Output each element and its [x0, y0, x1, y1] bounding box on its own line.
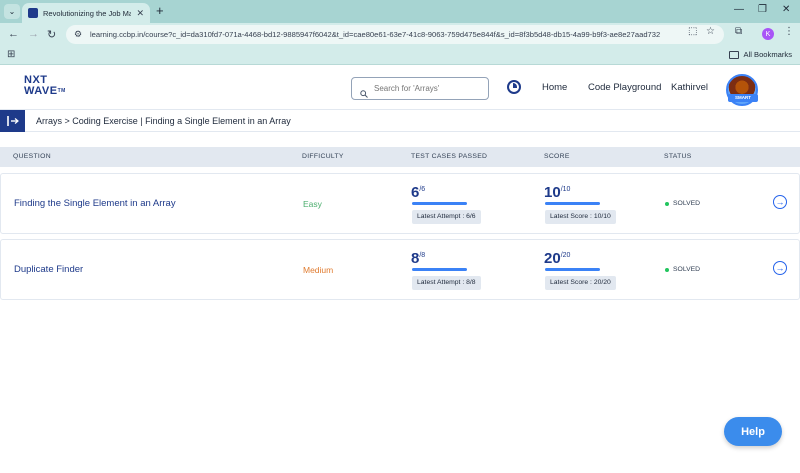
url-text: learning.ccbp.in/course?c_id=da310fd7-07…: [90, 30, 661, 39]
nxtwave-logo[interactable]: NXT WAVETM: [24, 75, 68, 97]
folder-icon: [729, 50, 740, 59]
status-dot-icon: [665, 267, 669, 272]
all-bookmarks-label: All Bookmarks: [743, 50, 792, 59]
table-header: QUESTION DIFFICULTY TEST CASES PASSED SC…: [0, 147, 800, 167]
header-score: SCORE: [544, 153, 570, 160]
table-row[interactable]: Duplicate Finder Medium 8/8 Latest Attem…: [0, 239, 800, 300]
profile-avatar[interactable]: K: [762, 28, 774, 40]
site-favicon-icon: [28, 8, 38, 18]
url-omnibox[interactable]: ⚙ learning.ccbp.in/course?c_id=da310fd7-…: [66, 25, 724, 44]
apps-grid-icon[interactable]: ⊞: [7, 49, 15, 60]
menu-kebab-icon[interactable]: ⋮: [784, 26, 794, 37]
close-icon[interactable]: ✕: [136, 8, 144, 19]
tests-passed-value: 8/8: [411, 250, 426, 267]
difficulty-label: Easy: [303, 199, 322, 209]
browser-tab-bar: ⌄ Revolutionizing the Job Market | ✕ + —…: [0, 0, 800, 23]
logo-line2: WAVE: [24, 85, 58, 97]
status-badge: SOLVED: [665, 200, 700, 207]
status-dot-icon: [665, 201, 669, 206]
score-value: 20/20: [544, 250, 571, 267]
window-close-icon[interactable]: ✕: [782, 4, 790, 15]
new-tab-button[interactable]: +: [156, 3, 164, 18]
score-progress-bar: [545, 202, 600, 205]
nav-code-playground[interactable]: Code Playground: [588, 82, 661, 93]
minimize-icon[interactable]: —: [734, 4, 744, 15]
breadcrumb: Arrays > Coding Exercise | Finding a Sin…: [36, 116, 291, 126]
search-icon: [360, 85, 368, 98]
breadcrumb-bar: Arrays > Coding Exercise | Finding a Sin…: [0, 110, 800, 132]
restore-icon[interactable]: ❐: [758, 4, 767, 15]
header-test-cases: TEST CASES PASSED: [411, 153, 488, 160]
latest-attempt-chip: Latest Attempt : 8/8: [412, 276, 481, 290]
back-icon[interactable]: ←: [8, 28, 19, 40]
score-value: 10/10: [544, 184, 571, 201]
tests-progress-bar: [412, 202, 467, 205]
avatar-badge: SMART: [728, 94, 758, 102]
timer-icon[interactable]: [507, 80, 521, 94]
latest-attempt-chip: Latest Attempt : 6/6: [412, 210, 481, 224]
sidebar-toggle-icon: [6, 116, 19, 126]
open-arrow-icon[interactable]: →: [773, 195, 787, 209]
nav-home[interactable]: Home: [542, 82, 567, 93]
bookmarks-bar: ⊞ All Bookmarks: [0, 46, 800, 65]
address-bar-row: ← → ↻ ⚙ learning.ccbp.in/course?c_id=da3…: [0, 23, 800, 46]
status-badge: SOLVED: [665, 266, 700, 273]
search-input[interactable]: [374, 84, 484, 93]
question-title[interactable]: Finding the Single Element in an Array: [14, 198, 176, 209]
nav-user-name[interactable]: Kathirvel: [671, 82, 708, 93]
tab-title: Revolutionizing the Job Market |: [43, 8, 132, 18]
header-difficulty: DIFFICULTY: [302, 153, 344, 160]
score-progress-bar: [545, 268, 600, 271]
app-header: NXT WAVETM Home Code Playground Kathirve…: [0, 66, 800, 110]
search-box[interactable]: [351, 77, 489, 100]
header-status: STATUS: [664, 153, 692, 160]
install-app-icon[interactable]: ⬚: [688, 26, 697, 37]
header-question: QUESTION: [13, 153, 51, 160]
tests-progress-bar: [412, 268, 467, 271]
tests-passed-value: 6/6: [411, 184, 426, 201]
open-arrow-icon[interactable]: →: [773, 261, 787, 275]
latest-score-chip: Latest Score : 20/20: [545, 276, 616, 290]
reload-icon[interactable]: ↻: [47, 28, 56, 41]
bookmark-star-icon[interactable]: ☆: [706, 26, 715, 37]
question-title[interactable]: Duplicate Finder: [14, 264, 83, 275]
chevron-down-icon: ⌄: [8, 7, 16, 16]
help-button[interactable]: Help: [724, 417, 782, 446]
latest-score-chip: Latest Score : 10/10: [545, 210, 616, 224]
difficulty-label: Medium: [303, 265, 334, 275]
extensions-icon[interactable]: ⧉: [735, 26, 742, 37]
forward-icon[interactable]: →: [28, 28, 39, 40]
tab-search-button[interactable]: ⌄: [4, 4, 20, 19]
browser-tab[interactable]: Revolutionizing the Job Market | ✕: [22, 3, 150, 23]
site-info-icon[interactable]: ⚙: [72, 29, 84, 41]
table-row[interactable]: Finding the Single Element in an Array E…: [0, 173, 800, 234]
sidebar-toggle-button[interactable]: [0, 110, 25, 132]
logo-tm: TM: [57, 88, 66, 94]
all-bookmarks-button[interactable]: All Bookmarks: [729, 50, 792, 59]
